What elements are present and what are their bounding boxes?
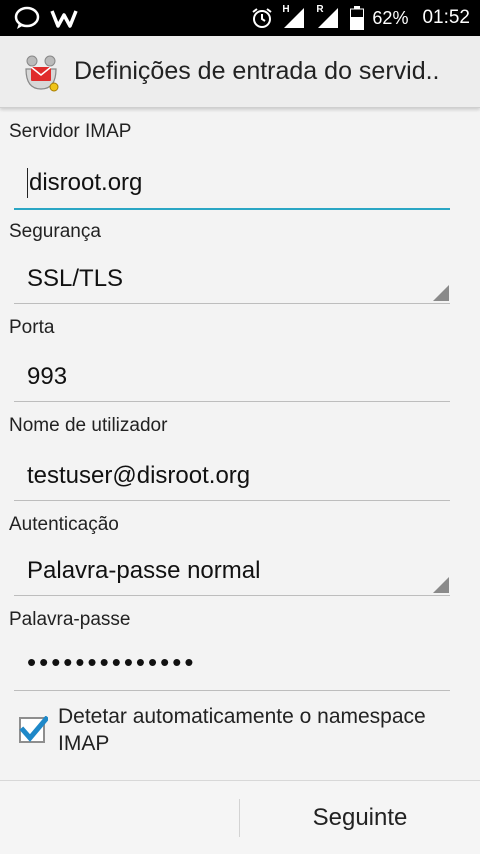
w-app-icon (50, 10, 78, 28)
port-value: 993 (27, 362, 68, 390)
password-input[interactable]: •••••••••••••• (14, 641, 450, 691)
text-cursor (27, 167, 28, 198)
auto-namespace-label: Detetar automaticamente o namespace IMAP (58, 705, 426, 755)
imap-server-input[interactable]: disroot.org (14, 157, 450, 210)
bottom-bar: Seguinte (0, 780, 480, 854)
username-value: testuser@disroot.org (27, 461, 251, 489)
page-title: Definições de entrada do servid.. (74, 57, 440, 85)
port-label: Porta (9, 317, 55, 338)
imap-server-value: disroot.org (29, 168, 143, 196)
port-input[interactable]: 993 (14, 352, 450, 402)
security-value: SSL/TLS (27, 264, 124, 292)
clock: 01:52 (422, 7, 470, 28)
next-button[interactable]: Seguinte (240, 781, 480, 854)
username-label: Nome de utilizador (9, 415, 168, 436)
signal-icon: H (282, 4, 308, 30)
security-label: Segurança (9, 221, 101, 242)
password-value: •••••••••••••• (27, 647, 197, 677)
mail-app-icon[interactable] (20, 51, 62, 93)
battery-percentage: 62% (372, 7, 409, 28)
authentication-value: Palavra-passe normal (27, 556, 261, 584)
security-select[interactable]: SSL/TLS (14, 254, 450, 304)
auto-namespace-row[interactable]: Detetar automaticamente o namespace IMAP (18, 703, 458, 757)
password-label: Palavra-passe (9, 609, 131, 630)
action-bar: Definições de entrada do servid.. (0, 36, 480, 108)
battery-icon (350, 6, 365, 30)
dropdown-arrow-icon (433, 285, 449, 301)
imap-server-label: Servidor IMAP (9, 121, 132, 142)
auto-namespace-checkbox[interactable] (18, 716, 48, 746)
chat-icon (14, 6, 40, 29)
authentication-select[interactable]: Palavra-passe normal (14, 546, 450, 596)
network-type-label: H (282, 4, 290, 15)
roaming-label: R (316, 4, 324, 15)
dropdown-arrow-icon (433, 577, 449, 593)
authentication-label: Autenticação (9, 514, 119, 535)
signal-icon: R (316, 4, 342, 30)
status-bar: H R 62% 01:52 (0, 0, 480, 36)
username-input[interactable]: testuser@disroot.org (14, 451, 450, 501)
alarm-icon (252, 8, 273, 28)
